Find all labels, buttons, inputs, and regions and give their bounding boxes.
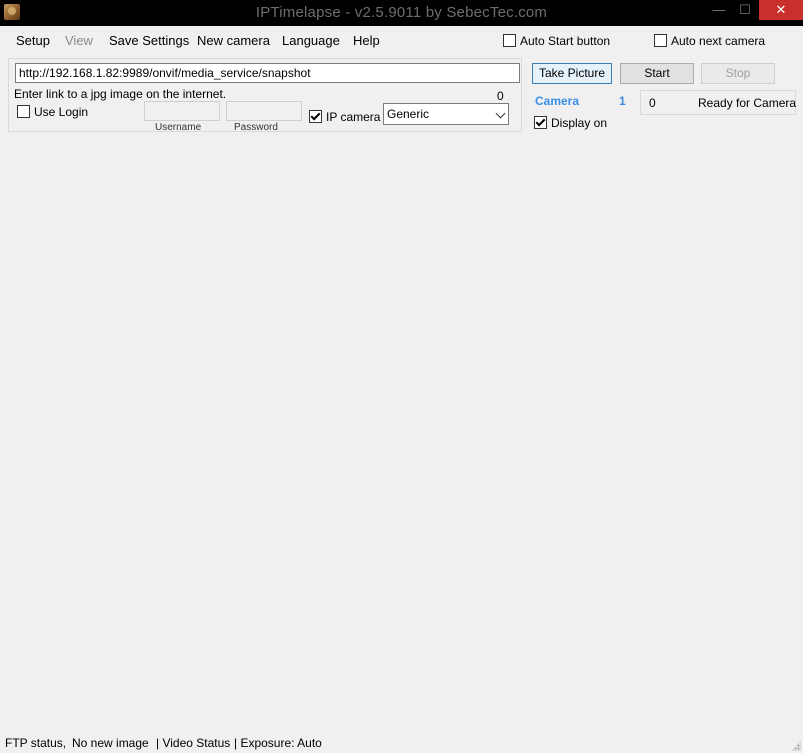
auto-start-button-checkbox[interactable]: Auto Start button: [503, 34, 611, 49]
checkbox-checked-icon: [534, 116, 547, 130]
url-hint: Enter link to a jpg image on the interne…: [14, 87, 227, 101]
checkbox-icon: [654, 34, 667, 48]
checkbox-icon: [503, 34, 516, 48]
resize-grip-icon[interactable]: [791, 741, 801, 751]
menu-setup[interactable]: Setup: [16, 33, 50, 48]
minimize-icon[interactable]: —: [706, 0, 732, 20]
take-picture-button[interactable]: Take Picture: [532, 63, 612, 84]
ftp-status: FTP status,: [5, 736, 67, 750]
auto-next-camera-label: Auto next camera: [671, 34, 766, 48]
display-on-checkbox[interactable]: Display on: [534, 116, 607, 130]
image-status: No new image: [72, 736, 149, 750]
menu-help[interactable]: Help: [353, 33, 380, 48]
password-field[interactable]: [226, 101, 302, 121]
checkbox-icon: [17, 105, 30, 119]
display-on-label: Display on: [551, 116, 608, 130]
title-bar[interactable]: IPTimelapse - v2.5.9011 by SebecTec.com …: [0, 0, 803, 26]
use-login-checkbox[interactable]: Use Login: [17, 105, 88, 119]
camera-type-value: Generic: [387, 107, 430, 121]
checkbox-checked-icon: [309, 110, 322, 124]
auto-next-camera-checkbox[interactable]: Auto next camera: [654, 34, 766, 49]
camera-type-select[interactable]: Generic: [383, 103, 509, 125]
window-title: IPTimelapse - v2.5.9011 by SebecTec.com: [255, 4, 548, 21]
stop-button[interactable]: Stop: [701, 63, 775, 84]
url-input[interactable]: [15, 63, 520, 83]
menu-view[interactable]: View: [65, 33, 93, 48]
username-label: Username: [155, 122, 202, 133]
menu-bar: Setup View Save Settings New camera Lang…: [0, 26, 803, 54]
ip-camera-label: IP camera: [326, 110, 381, 124]
camera-number: 1: [619, 94, 626, 108]
exposure-status: | Exposure: Auto: [234, 736, 322, 750]
close-icon[interactable]: ✕: [759, 0, 803, 20]
camera-label: Camera: [535, 94, 580, 108]
status-bar: FTP status, No new image | Video Status …: [0, 732, 803, 753]
maximize-icon[interactable]: ☐: [732, 0, 758, 20]
password-label: Password: [234, 122, 278, 133]
main-window: IPTimelapse - v2.5.9011 by SebecTec.com …: [0, 0, 803, 753]
menu-save-settings[interactable]: Save Settings: [109, 33, 189, 48]
image-count: 0: [649, 96, 656, 110]
username-field[interactable]: [144, 101, 220, 121]
auto-start-button-label: Auto Start button: [520, 34, 611, 48]
video-status: | Video Status: [156, 736, 231, 750]
menu-new-camera[interactable]: New camera: [197, 33, 270, 48]
camera-status-text: Ready for Camera: [698, 96, 797, 110]
start-button[interactable]: Start: [620, 63, 694, 84]
chevron-down-icon: [495, 108, 506, 119]
use-login-label: Use Login: [34, 105, 89, 119]
menu-language[interactable]: Language: [282, 33, 340, 48]
url-count: 0: [497, 89, 504, 103]
ip-camera-checkbox[interactable]: IP camera: [309, 110, 380, 124]
